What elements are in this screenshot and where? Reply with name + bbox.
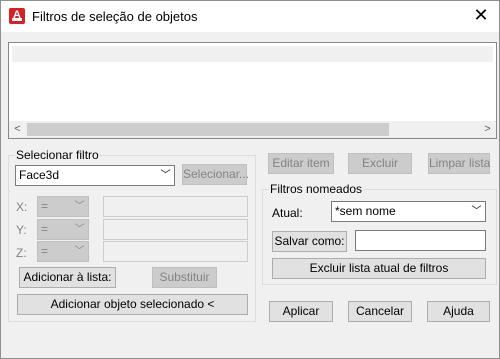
- z-label: Z:: [16, 246, 27, 260]
- y-operator-value: =: [41, 222, 49, 236]
- title-bar: A Filtros de seleção de objetos ✕: [1, 1, 499, 32]
- chevron-down-icon: ﹀: [74, 246, 85, 257]
- replace-button[interactable]: Substituir: [152, 267, 217, 288]
- filter-type-select[interactable]: Face3d ﹀: [15, 165, 175, 186]
- x-operator-value: =: [41, 199, 49, 213]
- add-to-list-button[interactable]: Adicionar à lista:: [19, 267, 116, 288]
- autocad-app-icon: A: [9, 8, 25, 24]
- z-value-field[interactable]: [103, 241, 248, 262]
- edit-item-button[interactable]: Editar item: [268, 153, 334, 174]
- chevron-down-icon: ﹀: [74, 224, 85, 235]
- clear-list-button[interactable]: Limpar lista: [428, 153, 490, 174]
- close-icon[interactable]: ✕: [469, 4, 493, 28]
- current-label: Atual:: [272, 206, 303, 220]
- scroll-left-icon[interactable]: <: [9, 121, 26, 138]
- help-button[interactable]: Ajuda: [427, 301, 490, 322]
- apply-button[interactable]: Aplicar: [269, 301, 333, 322]
- horizontal-scrollbar[interactable]: < >: [9, 121, 496, 138]
- x-label: X:: [16, 200, 28, 214]
- z-operator-select[interactable]: = ﹀: [37, 241, 89, 262]
- chevron-down-icon: ﹀: [471, 206, 482, 217]
- current-filter-select[interactable]: *sem nome ﹀: [331, 201, 486, 222]
- scroll-right-icon[interactable]: >: [479, 121, 496, 138]
- select-filter-group-label: Selecionar filtro: [15, 148, 100, 162]
- select-button[interactable]: Selecionar...: [182, 164, 249, 185]
- filter-list[interactable]: < >: [8, 42, 497, 139]
- x-value-field[interactable]: [103, 196, 248, 217]
- delete-item-button[interactable]: Excluir: [348, 153, 412, 174]
- cancel-button[interactable]: Cancelar: [348, 301, 412, 322]
- current-filter-value: *sem nome: [335, 204, 396, 218]
- window-title: Filtros de seleção de objetos: [32, 9, 198, 24]
- object-selection-filters-dialog: A Filtros de seleção de objetos ✕ < > Se…: [0, 0, 500, 359]
- z-operator-value: =: [41, 244, 49, 258]
- y-value-field[interactable]: [103, 219, 248, 240]
- chevron-down-icon: ﹀: [160, 170, 171, 181]
- list-item[interactable]: [12, 46, 493, 62]
- delete-current-filter-list-button[interactable]: Excluir lista atual de filtros: [272, 258, 486, 279]
- save-as-name-field[interactable]: [355, 230, 486, 251]
- add-selected-object-button[interactable]: Adicionar objeto selecionado <: [17, 294, 248, 315]
- y-operator-select[interactable]: = ﹀: [37, 219, 89, 240]
- scrollbar-thumb[interactable]: [27, 123, 389, 136]
- chevron-down-icon: ﹀: [74, 201, 85, 212]
- named-filters-group-label: Filtros nomeados: [269, 182, 364, 196]
- x-operator-select[interactable]: = ﹀: [37, 196, 89, 217]
- save-as-button[interactable]: Salvar como:: [272, 231, 347, 252]
- y-label: Y:: [16, 223, 27, 237]
- filter-type-value: Face3d: [19, 168, 60, 182]
